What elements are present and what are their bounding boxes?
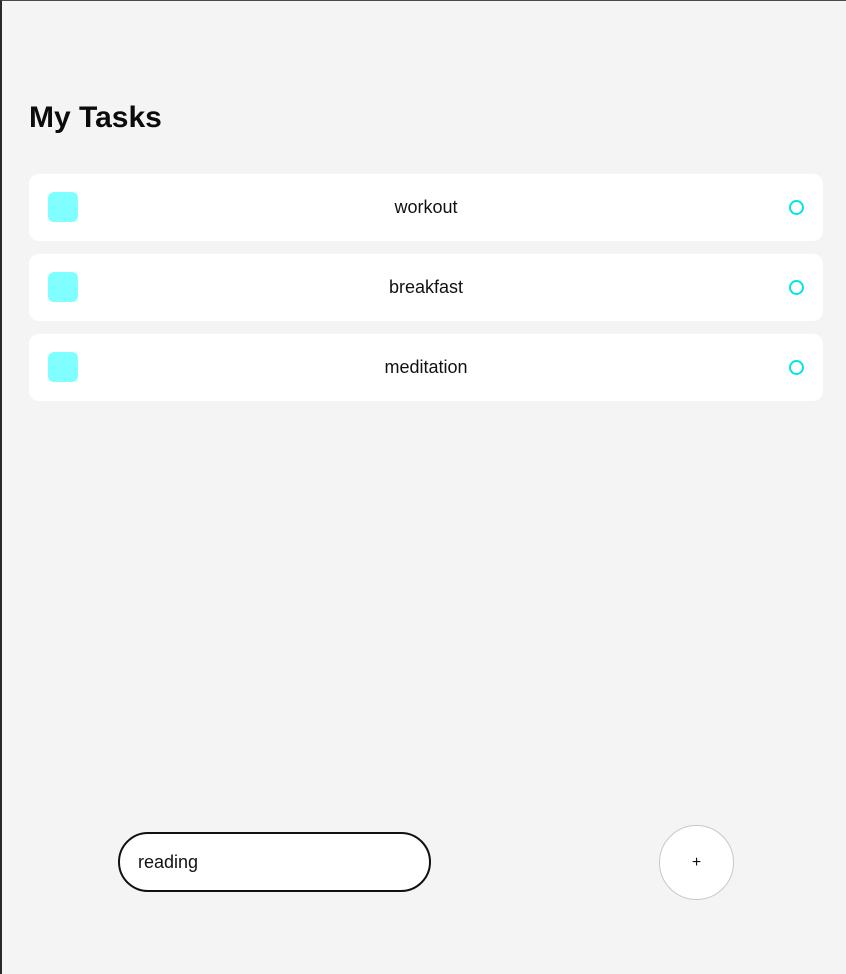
page-title: My Tasks <box>29 101 162 134</box>
app-window: My Tasks workout breakfast meditation + <box>0 0 846 974</box>
task-label: breakfast <box>388 277 464 297</box>
task-status-circle[interactable] <box>789 200 804 215</box>
add-task-button[interactable]: + <box>659 825 734 900</box>
task-item[interactable]: breakfast <box>29 254 823 321</box>
new-task-input[interactable] <box>118 832 431 892</box>
task-status-circle[interactable] <box>789 360 804 375</box>
task-item[interactable]: meditation <box>29 334 823 401</box>
task-label: workout <box>394 197 458 217</box>
task-list: workout breakfast meditation <box>29 174 823 414</box>
task-label: meditation <box>384 357 468 377</box>
task-item[interactable]: workout <box>29 174 823 241</box>
task-status-circle[interactable] <box>789 280 804 295</box>
